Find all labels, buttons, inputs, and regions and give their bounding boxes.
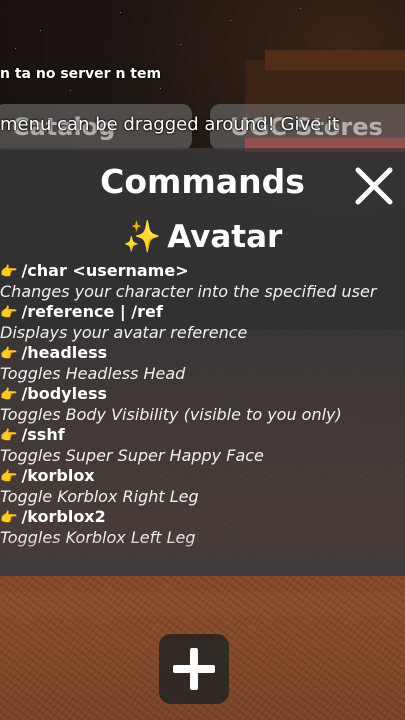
- command-name: 👉/bodyless: [0, 384, 405, 404]
- close-x-icon: [355, 167, 393, 205]
- command-item: 👉/korblox Toggle Korblox Right Leg: [0, 466, 405, 507]
- pointing-hand-icon: 👉: [0, 305, 18, 321]
- star: [120, 12, 121, 13]
- drag-hint-message: menu can be dragged around! Give it: [0, 114, 340, 135]
- command-item: 👉/bodyless Toggles Body Visibility (visi…: [0, 384, 405, 425]
- pointing-hand-icon: 👉: [0, 469, 18, 485]
- pointing-hand-icon: 👉: [0, 346, 18, 362]
- star: [180, 44, 181, 45]
- building-roof: [265, 50, 405, 70]
- command-name: 👉/korblox2: [0, 507, 405, 527]
- star: [40, 30, 41, 31]
- command-name-text: /headless: [21, 343, 108, 362]
- command-name-text: /korblox2: [21, 507, 106, 526]
- command-description: Changes your character into the specifie…: [0, 282, 377, 301]
- command-item: 👉/sshf Toggles Super Super Happy Face: [0, 425, 405, 466]
- pointing-hand-icon: 👉: [0, 387, 18, 403]
- command-description: Displays your avatar reference: [0, 323, 248, 342]
- panel-title: Commands: [100, 162, 305, 201]
- scroll-fade: [0, 536, 405, 576]
- pointing-hand-icon: 👉: [0, 428, 18, 444]
- plus-icon: [173, 648, 215, 690]
- section-title: Avatar: [167, 219, 283, 255]
- command-item: 👉/reference | /ref Displays your avatar …: [0, 302, 405, 343]
- chat-message: n ta no server n tem: [0, 66, 162, 82]
- open-menu-button[interactable]: [159, 634, 229, 704]
- command-name: 👉/korblox: [0, 466, 405, 486]
- command-name-text: /char <username>: [21, 261, 189, 280]
- sparkles-icon: ✨: [122, 219, 162, 255]
- command-description: Toggle Korblox Right Leg: [0, 487, 199, 506]
- command-name: 👉/headless: [0, 343, 405, 363]
- command-description: Toggles Headless Head: [0, 364, 186, 383]
- pointing-hand-icon: 👉: [0, 264, 18, 280]
- star: [160, 88, 161, 89]
- command-description: Toggles Body Visibility (visible to you …: [0, 405, 342, 424]
- star: [70, 90, 71, 91]
- star: [15, 48, 16, 49]
- star: [300, 8, 301, 9]
- pointing-hand-icon: 👉: [0, 510, 18, 526]
- commands-panel[interactable]: Commands ✨ Avatar 👉/char <username> Chang…: [0, 148, 405, 576]
- command-name: 👉/sshf: [0, 425, 405, 445]
- command-item: 👉/char <username> Changes your character…: [0, 261, 405, 302]
- command-item: 👉/headless Toggles Headless Head: [0, 343, 405, 384]
- command-list[interactable]: 👉/char <username> Changes your character…: [0, 261, 405, 548]
- command-name-text: /bodyless: [21, 384, 107, 403]
- section-heading-avatar: ✨ Avatar: [0, 218, 405, 255]
- command-name-text: /korblox: [21, 466, 95, 485]
- command-description: Toggles Super Super Happy Face: [0, 446, 264, 465]
- command-name: 👉/reference | /ref: [0, 302, 405, 322]
- command-name-text: /sshf: [21, 425, 65, 444]
- close-button[interactable]: [352, 164, 396, 208]
- command-name-text: /reference | /ref: [21, 302, 163, 321]
- command-name: 👉/char <username>: [0, 261, 405, 281]
- star: [230, 20, 231, 21]
